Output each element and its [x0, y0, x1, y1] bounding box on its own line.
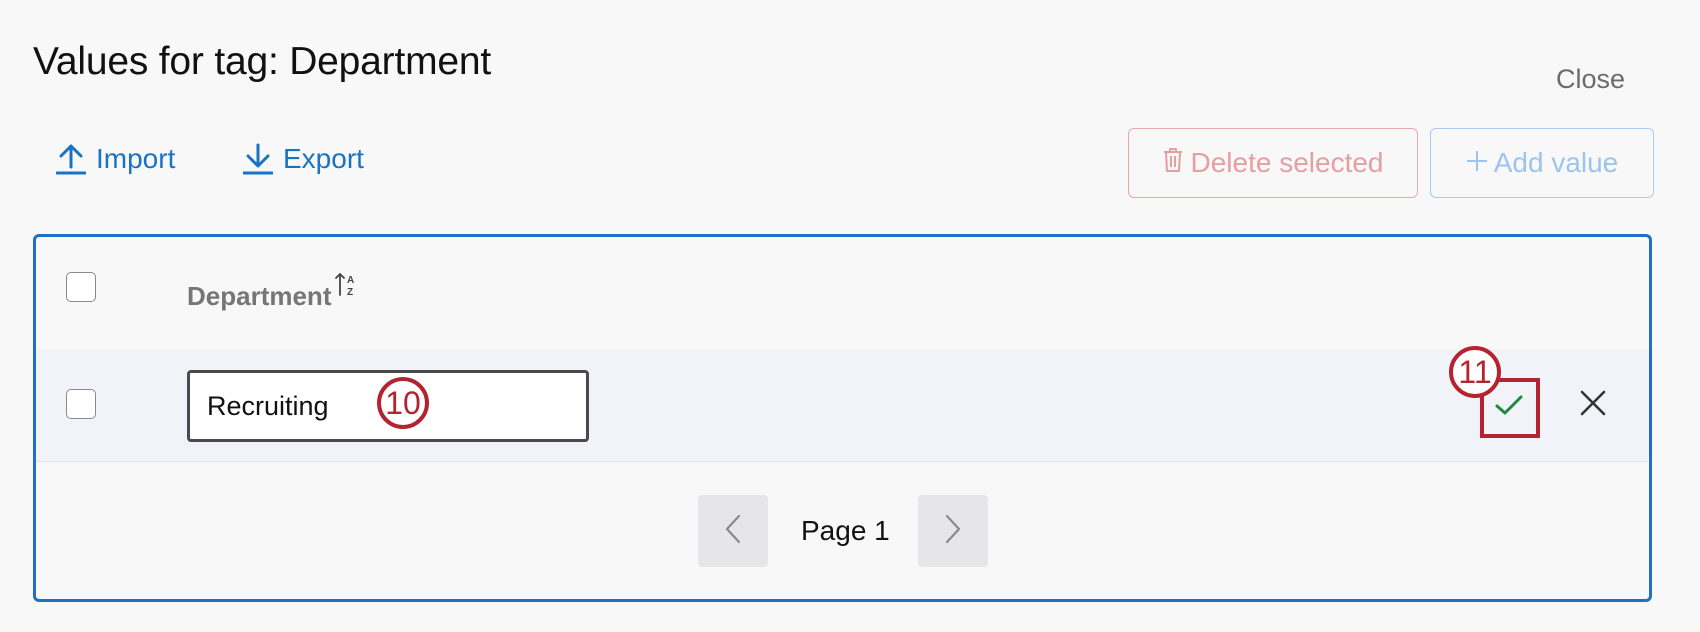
select-all-checkbox[interactable]: [66, 272, 96, 302]
chevron-right-icon: [943, 513, 963, 550]
step-annotation-10: 10: [377, 377, 429, 429]
svg-text:A: A: [347, 275, 354, 286]
pagination: Page 1: [36, 495, 1649, 567]
download-icon: [243, 142, 273, 176]
add-value-label: Add value: [1493, 147, 1619, 178]
next-page-button[interactable]: [918, 495, 988, 567]
cancel-edit-button[interactable]: [1573, 385, 1613, 425]
page-indicator: Page 1: [801, 515, 890, 546]
delete-selected-button[interactable]: Delete selected: [1128, 128, 1418, 198]
export-button[interactable]: Export: [243, 142, 364, 176]
table-row: 10 11: [36, 346, 1649, 462]
step-annotation-11: 11: [1449, 346, 1501, 398]
row-checkbox[interactable]: [66, 389, 96, 419]
close-icon: [1579, 389, 1607, 422]
table-header: Department A Z: [36, 237, 1649, 350]
column-header-label: Department: [187, 281, 332, 311]
chevron-left-icon: [723, 513, 743, 550]
import-button[interactable]: Import: [56, 142, 175, 176]
column-header-department[interactable]: Department A Z: [187, 273, 359, 312]
plus-icon: [1466, 147, 1488, 179]
export-label: Export: [283, 143, 364, 174]
add-value-button[interactable]: Add value: [1430, 128, 1654, 198]
close-button[interactable]: Close: [1556, 64, 1625, 95]
delete-selected-label: Delete selected: [1190, 147, 1384, 178]
svg-text:Z: Z: [347, 287, 353, 298]
sort-alpha-icon[interactable]: A Z: [335, 271, 359, 306]
import-label: Import: [96, 143, 176, 174]
trash-icon: [1162, 147, 1184, 180]
values-table: Department A Z 10 11: [33, 234, 1652, 602]
previous-page-button[interactable]: [698, 495, 768, 567]
dialog-title: Values for tag: Department: [33, 40, 491, 83]
upload-icon: [56, 142, 86, 176]
